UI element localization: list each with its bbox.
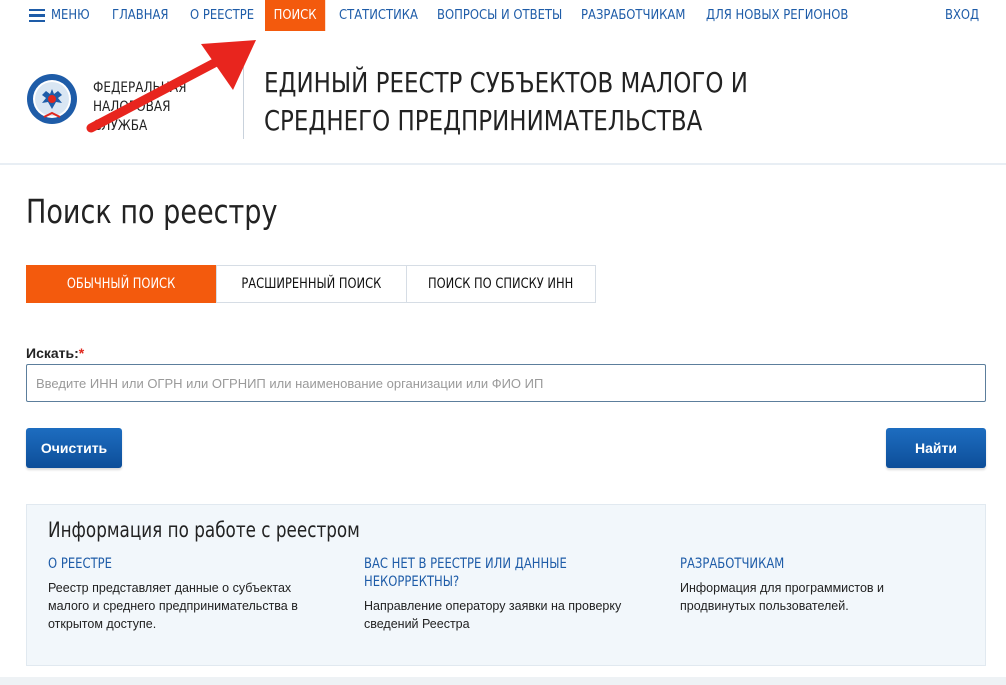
nav-item-about[interactable]: О РЕЕСТРЕ bbox=[190, 0, 254, 31]
agency-name: ФЕДЕРАЛЬНАЯ НАЛОГОВАЯ СЛУЖБА bbox=[93, 79, 222, 136]
site-header: ФЕДЕРАЛЬНАЯ НАЛОГОВАЯ СЛУЖБА ЕДИНЫЙ РЕЕС… bbox=[0, 31, 1006, 165]
tab-label: ПОИСК ПО СПИСКУ ИНН bbox=[428, 276, 574, 292]
info-column-not-in-registry: ВАС НЕТ В РЕЕСТРЕ ИЛИ ДАННЫЕ НЕКОРРЕКТНЫ… bbox=[364, 555, 654, 633]
find-button[interactable]: Найти bbox=[886, 428, 986, 468]
fns-emblem-icon[interactable] bbox=[26, 73, 78, 125]
tab-label: ОБЫЧНЫЙ ПОИСК bbox=[67, 276, 176, 292]
page-title: Поиск по реестру bbox=[26, 192, 278, 231]
nav-item-main[interactable]: ГЛАВНАЯ bbox=[112, 0, 168, 31]
header-divider bbox=[243, 67, 244, 139]
registry-title: ЕДИНЫЙ РЕЕСТР СУБЪЕКТОВ МАЛОГО И СРЕДНЕГ… bbox=[264, 66, 748, 137]
tab-inn-list-search[interactable]: ПОИСК ПО СПИСКУ ИНН bbox=[406, 265, 596, 303]
top-navigation: МЕНЮ ГЛАВНАЯ О РЕЕСТРЕ ПОИСК СТАТИСТИКА … bbox=[0, 0, 1006, 31]
search-label: Искать:* bbox=[26, 345, 84, 361]
tab-advanced-search[interactable]: РАСШИРЕННЫЙ ПОИСК bbox=[216, 265, 407, 303]
hamburger-icon[interactable] bbox=[29, 9, 45, 23]
info-link-developers[interactable]: РАЗРАБОТЧИКАМ bbox=[680, 555, 952, 573]
search-input[interactable] bbox=[26, 364, 986, 402]
info-panel: Информация по работе с реестром О РЕЕСТР… bbox=[26, 504, 986, 666]
nav-item-search[interactable]: ПОИСК bbox=[265, 0, 326, 31]
info-text-not-in-registry: Направление оператору заявки на проверку… bbox=[364, 599, 622, 631]
agency-name-line2: НАЛОГОВАЯ СЛУЖБА bbox=[93, 99, 171, 134]
login-link[interactable]: ВХОД bbox=[945, 0, 979, 31]
nav-item-statistics[interactable]: СТАТИСТИКА bbox=[339, 0, 418, 31]
info-text-developers: Информация для программистов и продвинут… bbox=[680, 581, 885, 613]
nav-item-new-regions[interactable]: ДЛЯ НОВЫХ РЕГИОНОВ bbox=[706, 0, 848, 31]
info-column-about: О РЕЕСТРЕ Реестр представляет данные о с… bbox=[48, 555, 338, 633]
search-tabs: ОБЫЧНЫЙ ПОИСК РАСШИРЕННЫЙ ПОИСК ПОИСК ПО… bbox=[26, 265, 596, 303]
tab-simple-search[interactable]: ОБЫЧНЫЙ ПОИСК bbox=[26, 265, 217, 303]
clear-button[interactable]: Очистить bbox=[26, 428, 122, 468]
nav-item-developers[interactable]: РАЗРАБОТЧИКАМ bbox=[581, 0, 685, 31]
tab-label: РАСШИРЕННЫЙ ПОИСК bbox=[241, 276, 382, 292]
nav-item-faq[interactable]: ВОПРОСЫ И ОТВЕТЫ bbox=[437, 0, 562, 31]
info-text-about: Реестр представляет данные о субъектах м… bbox=[48, 581, 298, 631]
info-panel-title: Информация по работе с реестром bbox=[48, 518, 360, 542]
info-link-not-in-registry[interactable]: ВАС НЕТ В РЕЕСТРЕ ИЛИ ДАННЫЕ НЕКОРРЕКТНЫ… bbox=[364, 555, 604, 591]
search-label-text: Искать: bbox=[26, 345, 79, 361]
required-mark: * bbox=[78, 345, 85, 361]
agency-name-line1: ФЕДЕРАЛЬНАЯ bbox=[93, 80, 187, 96]
info-link-about[interactable]: О РЕЕСТРЕ bbox=[48, 555, 320, 573]
footer-strip bbox=[0, 677, 1006, 685]
nav-menu[interactable]: МЕНЮ bbox=[51, 0, 90, 31]
info-column-developers: РАЗРАБОТЧИКАМ Информация для программист… bbox=[680, 555, 970, 615]
